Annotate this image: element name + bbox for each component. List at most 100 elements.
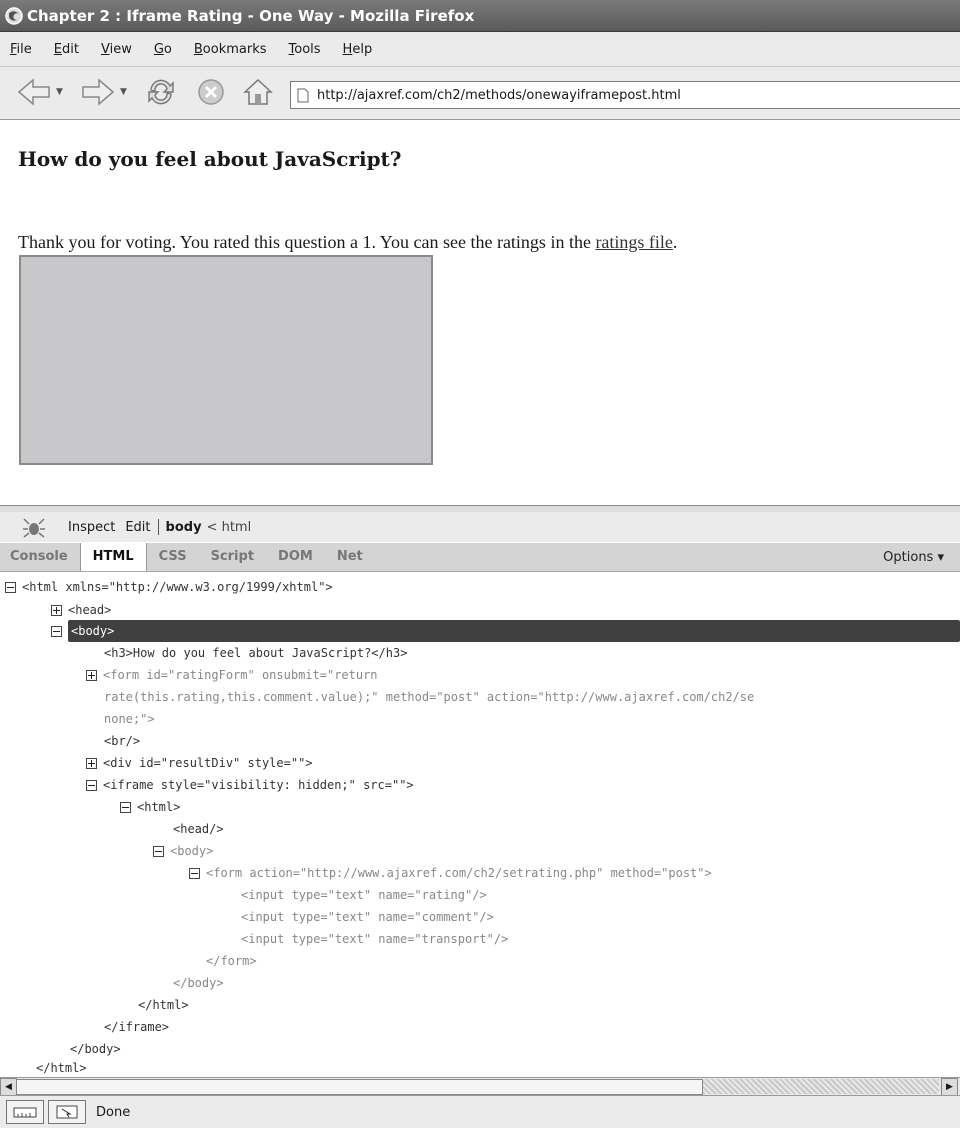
tree-node-text: <body> — [170, 844, 214, 858]
collapse-icon[interactable] — [153, 846, 164, 857]
tree-node[interactable]: <iframe style="visibility: hidden;" src=… — [86, 774, 414, 796]
tree-node[interactable]: <h3>How do you feel about JavaScript?</h… — [104, 642, 407, 664]
expand-icon[interactable] — [86, 758, 97, 769]
home-button[interactable] — [242, 76, 274, 108]
tree-node[interactable]: <form id="ratingForm" onsubmit="return — [86, 664, 378, 686]
tree-node: </html> — [138, 994, 189, 1016]
message-text: Thank you for voting. You rated this que… — [18, 232, 596, 252]
inspector-icon[interactable] — [48, 1100, 86, 1124]
menu-go[interactable]: Go — [154, 42, 172, 57]
menu-bookmarks[interactable]: Bookmarks — [194, 42, 267, 57]
tree-node-text: </body> — [173, 976, 224, 990]
collapse-icon[interactable] — [86, 780, 97, 791]
tree-node: </html> — [36, 1057, 87, 1079]
back-arrow-icon — [17, 78, 50, 106]
window-title: Chapter 2 : Iframe Rating - One Way - Mo… — [27, 6, 475, 25]
collapse-icon[interactable] — [51, 626, 62, 637]
scroll-left-icon[interactable]: ◀ — [0, 1078, 17, 1096]
tree-node[interactable]: <input type="text" name="transport"/> — [241, 928, 508, 950]
tree-node[interactable]: <div id="resultDiv" style=""> — [86, 752, 313, 774]
ratings-file-link[interactable]: ratings file — [595, 232, 672, 252]
url-text: http://ajaxref.com/ch2/methods/onewayifr… — [317, 87, 681, 103]
tree-node-text: <head> — [68, 603, 112, 617]
tree-node-text: <input type="text" name="rating"/> — [241, 888, 487, 902]
firebug-tabs: Console HTML CSS Script DOM Net Options … — [0, 543, 960, 572]
collapse-icon[interactable] — [189, 868, 200, 879]
edit-button[interactable]: Edit — [125, 520, 150, 535]
tree-node[interactable]: <html> — [120, 796, 180, 818]
forward-dropdown-icon[interactable]: ▼ — [120, 87, 127, 97]
page-icon — [297, 88, 309, 102]
horizontal-scrollbar[interactable]: ◀ ▶ — [0, 1077, 960, 1096]
tree-node[interactable]: <br/> — [104, 730, 140, 752]
tab-script[interactable]: Script — [199, 543, 266, 571]
tree-node-text: </iframe> — [104, 1020, 170, 1034]
stop-button[interactable] — [195, 76, 227, 108]
status-bar: Done — [0, 1095, 960, 1128]
breadcrumb-body[interactable]: body — [166, 520, 202, 535]
tree-node-text: </form> — [206, 954, 257, 968]
url-input[interactable]: http://ajaxref.com/ch2/methods/onewayifr… — [290, 81, 960, 109]
tab-dom[interactable]: DOM — [266, 543, 325, 571]
tree-node: </form> — [206, 950, 257, 972]
menu-help[interactable]: Help — [343, 42, 373, 57]
tab-css[interactable]: CSS — [147, 543, 199, 571]
tree-node[interactable]: <input type="text" name="rating"/> — [241, 884, 487, 906]
menu-view[interactable]: View — [101, 42, 132, 57]
firebug-toolbar: Inspect Edit body < html — [0, 512, 960, 542]
tree-node-text: <h3>How do you feel about JavaScript?</h… — [104, 646, 408, 660]
tree-node: </body> — [173, 972, 224, 994]
firebug-bug-icon[interactable] — [22, 516, 46, 538]
collapse-icon[interactable] — [5, 582, 16, 593]
reload-button[interactable] — [145, 76, 177, 108]
tree-node-text: <div id="resultDiv" style=""> — [103, 756, 313, 770]
message-period: . — [672, 232, 678, 252]
scroll-right-icon[interactable]: ▶ — [941, 1078, 958, 1096]
window-titlebar: Chapter 2 : Iframe Rating - One Way - Mo… — [0, 0, 960, 32]
tree-node-text: </html> — [36, 1061, 87, 1075]
expand-icon[interactable] — [86, 670, 97, 681]
tab-net[interactable]: Net — [325, 543, 375, 571]
forward-arrow-icon — [82, 78, 115, 106]
tree-node[interactable]: <form action="http://www.ajaxref.com/ch2… — [189, 862, 712, 884]
tree-node-text: </html> — [138, 998, 189, 1012]
tree-node-text: <html xmlns="http://www.w3.org/1999/xhtm… — [22, 580, 333, 594]
result-message: Thank you for voting. You rated this que… — [18, 232, 677, 253]
hidden-iframe-box — [19, 255, 433, 465]
tree-node: </iframe> — [104, 1016, 169, 1038]
forward-button[interactable]: ▼ — [80, 76, 127, 108]
back-dropdown-icon[interactable]: ▼ — [56, 87, 63, 97]
toolbar-separator — [157, 519, 159, 535]
tree-node[interactable]: <head> — [51, 599, 111, 621]
tree-node-text: <input type="text" name="comment"/> — [241, 910, 494, 924]
tree-node-text: <head/> — [173, 822, 224, 836]
tree-node[interactable]: <input type="text" name="comment"/> — [241, 906, 494, 928]
tree-node-selected[interactable]: <body> — [51, 620, 960, 642]
menu-file[interactable]: File — [10, 42, 32, 57]
scrollbar-track[interactable] — [703, 1079, 939, 1094]
options-menu[interactable]: Options ▾ — [883, 550, 944, 565]
tab-console[interactable]: Console — [0, 543, 80, 571]
tab-html[interactable]: HTML — [79, 543, 147, 571]
tree-node[interactable]: <html xmlns="http://www.w3.org/1999/xhtm… — [5, 576, 333, 598]
page-heading: How do you feel about JavaScript? — [18, 147, 402, 171]
tree-node[interactable]: <head/> — [173, 818, 224, 840]
inspect-button[interactable]: Inspect — [68, 520, 115, 535]
back-button[interactable]: ▼ — [16, 76, 63, 108]
tree-node-text: <input type="text" name="transport"/> — [241, 932, 509, 946]
breadcrumb-html[interactable]: < html — [207, 520, 252, 535]
tree-node-text: <iframe style="visibility: hidden;" src=… — [103, 778, 414, 792]
home-icon — [243, 78, 273, 105]
reload-icon — [148, 79, 174, 105]
navigation-toolbar: ▼ ▼ http://ajaxref.com/ch2/methods/onewa… — [0, 67, 960, 120]
menu-bar: File Edit View Go Bookmarks Tools Help — [0, 32, 960, 67]
expand-icon[interactable] — [51, 605, 62, 616]
tree-node-text: <form id="ratingForm" onsubmit="return — [103, 668, 378, 682]
collapse-icon[interactable] — [120, 802, 131, 813]
ruler-icon[interactable] — [6, 1100, 44, 1124]
menu-edit[interactable]: Edit — [54, 42, 79, 57]
tree-node-text: </body> — [70, 1042, 121, 1056]
tree-node[interactable]: <body> — [153, 840, 213, 862]
menu-tools[interactable]: Tools — [289, 42, 321, 57]
scrollbar-thumb[interactable] — [16, 1079, 703, 1095]
